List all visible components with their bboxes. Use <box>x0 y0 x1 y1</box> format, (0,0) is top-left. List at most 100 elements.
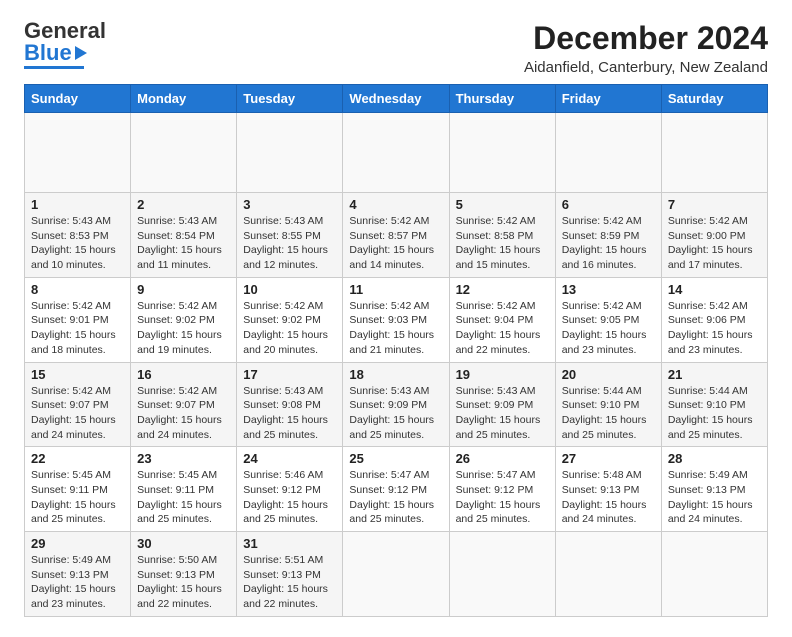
calendar-cell: 28 Sunrise: 5:49 AM Sunset: 9:13 PM Dayli… <box>661 447 767 532</box>
day-number: 5 <box>456 197 549 212</box>
day-number: 8 <box>31 282 124 297</box>
cell-content: Sunrise: 5:47 AM Sunset: 9:12 PM Dayligh… <box>456 468 549 527</box>
cell-content: Sunrise: 5:48 AM Sunset: 9:13 PM Dayligh… <box>562 468 655 527</box>
day-number: 13 <box>562 282 655 297</box>
cell-content: Sunrise: 5:43 AM Sunset: 8:54 PM Dayligh… <box>137 214 230 273</box>
day-number: 24 <box>243 451 336 466</box>
title-block: December 2024 Aidanfield, Canterbury, Ne… <box>524 20 768 76</box>
location-title: Aidanfield, Canterbury, New Zealand <box>524 59 768 76</box>
cell-content: Sunrise: 5:42 AM Sunset: 9:01 PM Dayligh… <box>31 299 124 358</box>
cell-content: Sunrise: 5:42 AM Sunset: 8:57 PM Dayligh… <box>349 214 442 273</box>
calendar-cell: 3Sunrise: 5:43 AM Sunset: 8:55 PM Daylig… <box>237 193 343 278</box>
calendar-cell: 29 Sunrise: 5:49 AM Sunset: 9:13 PM Dayli… <box>25 532 131 617</box>
calendar-cell: 15 Sunrise: 5:42 AM Sunset: 9:07 PM Dayli… <box>25 362 131 447</box>
calendar-cell <box>661 113 767 193</box>
calendar-cell: 11 Sunrise: 5:42 AM Sunset: 9:03 PM Dayli… <box>343 277 449 362</box>
calendar-cell: 23Sunrise: 5:45 AM Sunset: 9:11 PM Dayli… <box>131 447 237 532</box>
calendar-cell <box>555 532 661 617</box>
cell-content: Sunrise: 5:42 AM Sunset: 9:03 PM Dayligh… <box>349 299 442 358</box>
day-number: 18 <box>349 367 442 382</box>
cell-content: Sunrise: 5:42 AM Sunset: 9:02 PM Dayligh… <box>243 299 336 358</box>
cell-content: Sunrise: 5:51 AM Sunset: 9:13 PM Dayligh… <box>243 553 336 612</box>
day-number: 3 <box>243 197 336 212</box>
calendar-header-monday: Monday <box>131 85 237 113</box>
cell-content: Sunrise: 5:44 AM Sunset: 9:10 PM Dayligh… <box>562 384 655 443</box>
calendar-cell: 14 Sunrise: 5:42 AM Sunset: 9:06 PM Dayli… <box>661 277 767 362</box>
calendar-header-row: SundayMondayTuesdayWednesdayThursdayFrid… <box>25 85 768 113</box>
calendar-cell: 12 Sunrise: 5:42 AM Sunset: 9:04 PM Dayli… <box>449 277 555 362</box>
day-number: 11 <box>349 282 442 297</box>
calendar-cell <box>449 113 555 193</box>
cell-content: Sunrise: 5:42 AM Sunset: 9:04 PM Dayligh… <box>456 299 549 358</box>
calendar-cell: 20Sunrise: 5:44 AM Sunset: 9:10 PM Dayli… <box>555 362 661 447</box>
day-number: 21 <box>668 367 761 382</box>
calendar-cell: 2 Sunrise: 5:43 AM Sunset: 8:54 PM Daylig… <box>131 193 237 278</box>
day-number: 1 <box>31 197 124 212</box>
day-number: 2 <box>137 197 230 212</box>
calendar-cell: 6Sunrise: 5:42 AM Sunset: 8:59 PM Daylig… <box>555 193 661 278</box>
calendar-week-row: 8 Sunrise: 5:42 AM Sunset: 9:01 PM Daylig… <box>25 277 768 362</box>
calendar-cell: 30Sunrise: 5:50 AM Sunset: 9:13 PM Dayli… <box>131 532 237 617</box>
logo-blue: Blue <box>24 42 72 64</box>
day-number: 7 <box>668 197 761 212</box>
day-number: 25 <box>349 451 442 466</box>
cell-content: Sunrise: 5:49 AM Sunset: 9:13 PM Dayligh… <box>668 468 761 527</box>
calendar-cell: 17 Sunrise: 5:43 AM Sunset: 9:08 PM Dayli… <box>237 362 343 447</box>
calendar-week-row: 15 Sunrise: 5:42 AM Sunset: 9:07 PM Dayli… <box>25 362 768 447</box>
calendar-cell: 25 Sunrise: 5:47 AM Sunset: 9:12 PM Dayli… <box>343 447 449 532</box>
calendar-cell: 16 Sunrise: 5:42 AM Sunset: 9:07 PM Dayli… <box>131 362 237 447</box>
day-number: 29 <box>31 536 124 551</box>
calendar-cell: 27Sunrise: 5:48 AM Sunset: 9:13 PM Dayli… <box>555 447 661 532</box>
calendar-cell <box>237 113 343 193</box>
calendar-cell <box>555 113 661 193</box>
cell-content: Sunrise: 5:42 AM Sunset: 8:59 PM Dayligh… <box>562 214 655 273</box>
cell-content: Sunrise: 5:42 AM Sunset: 9:07 PM Dayligh… <box>137 384 230 443</box>
day-number: 26 <box>456 451 549 466</box>
day-number: 15 <box>31 367 124 382</box>
calendar-cell: 21 Sunrise: 5:44 AM Sunset: 9:10 PM Dayli… <box>661 362 767 447</box>
cell-content: Sunrise: 5:45 AM Sunset: 9:11 PM Dayligh… <box>137 468 230 527</box>
calendar-header-saturday: Saturday <box>661 85 767 113</box>
cell-content: Sunrise: 5:45 AM Sunset: 9:11 PM Dayligh… <box>31 468 124 527</box>
day-number: 30 <box>137 536 230 551</box>
calendar-table: SundayMondayTuesdayWednesdayThursdayFrid… <box>24 84 768 617</box>
calendar-cell: 1Sunrise: 5:43 AM Sunset: 8:53 PM Daylig… <box>25 193 131 278</box>
day-number: 19 <box>456 367 549 382</box>
day-number: 10 <box>243 282 336 297</box>
header: General Blue December 2024 Aidanfield, C… <box>24 20 768 76</box>
day-number: 16 <box>137 367 230 382</box>
month-title: December 2024 <box>524 20 768 57</box>
cell-content: Sunrise: 5:49 AM Sunset: 9:13 PM Dayligh… <box>31 553 124 612</box>
calendar-week-row: 29 Sunrise: 5:49 AM Sunset: 9:13 PM Dayli… <box>25 532 768 617</box>
cell-content: Sunrise: 5:47 AM Sunset: 9:12 PM Dayligh… <box>349 468 442 527</box>
day-number: 28 <box>668 451 761 466</box>
calendar-cell: 4Sunrise: 5:42 AM Sunset: 8:57 PM Daylig… <box>343 193 449 278</box>
calendar-cell: 9Sunrise: 5:42 AM Sunset: 9:02 PM Daylig… <box>131 277 237 362</box>
cell-content: Sunrise: 5:42 AM Sunset: 9:07 PM Dayligh… <box>31 384 124 443</box>
calendar-cell <box>343 113 449 193</box>
day-number: 14 <box>668 282 761 297</box>
day-number: 17 <box>243 367 336 382</box>
cell-content: Sunrise: 5:42 AM Sunset: 8:58 PM Dayligh… <box>456 214 549 273</box>
calendar-cell: 24Sunrise: 5:46 AM Sunset: 9:12 PM Dayli… <box>237 447 343 532</box>
calendar-cell: 22 Sunrise: 5:45 AM Sunset: 9:11 PM Dayli… <box>25 447 131 532</box>
calendar-header-thursday: Thursday <box>449 85 555 113</box>
calendar-cell: 8 Sunrise: 5:42 AM Sunset: 9:01 PM Daylig… <box>25 277 131 362</box>
cell-content: Sunrise: 5:42 AM Sunset: 9:00 PM Dayligh… <box>668 214 761 273</box>
calendar-cell: 7 Sunrise: 5:42 AM Sunset: 9:00 PM Daylig… <box>661 193 767 278</box>
calendar-cell <box>343 532 449 617</box>
calendar-header-friday: Friday <box>555 85 661 113</box>
cell-content: Sunrise: 5:44 AM Sunset: 9:10 PM Dayligh… <box>668 384 761 443</box>
cell-content: Sunrise: 5:42 AM Sunset: 9:02 PM Dayligh… <box>137 299 230 358</box>
day-number: 12 <box>456 282 549 297</box>
cell-content: Sunrise: 5:43 AM Sunset: 9:08 PM Dayligh… <box>243 384 336 443</box>
calendar-cell: 19Sunrise: 5:43 AM Sunset: 9:09 PM Dayli… <box>449 362 555 447</box>
calendar-cell <box>661 532 767 617</box>
day-number: 22 <box>31 451 124 466</box>
cell-content: Sunrise: 5:42 AM Sunset: 9:05 PM Dayligh… <box>562 299 655 358</box>
calendar-cell: 18Sunrise: 5:43 AM Sunset: 9:09 PM Dayli… <box>343 362 449 447</box>
calendar-cell: 13 Sunrise: 5:42 AM Sunset: 9:05 PM Dayli… <box>555 277 661 362</box>
calendar-cell: 10 Sunrise: 5:42 AM Sunset: 9:02 PM Dayli… <box>237 277 343 362</box>
calendar-header-wednesday: Wednesday <box>343 85 449 113</box>
cell-content: Sunrise: 5:42 AM Sunset: 9:06 PM Dayligh… <box>668 299 761 358</box>
